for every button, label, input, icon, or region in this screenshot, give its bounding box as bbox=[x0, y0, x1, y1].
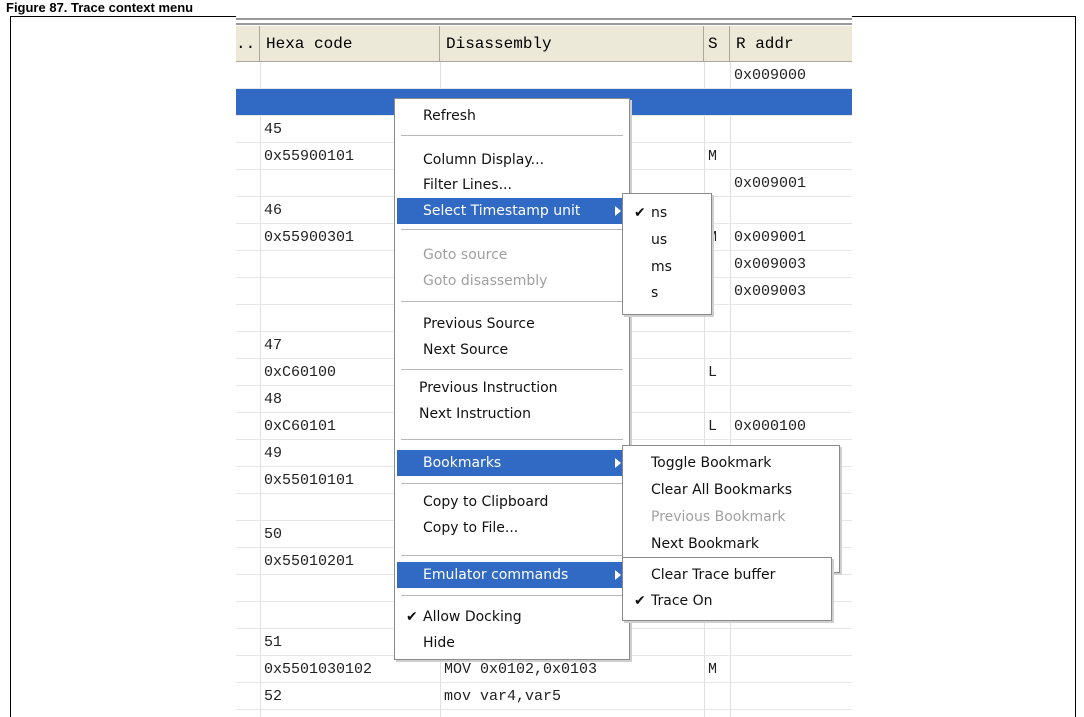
menu-item-next-source[interactable]: Next Source bbox=[397, 337, 627, 363]
emulator-commands-submenu: Clear Trace buffer ✔ Trace On bbox=[622, 557, 832, 621]
cell-s: M bbox=[708, 661, 718, 678]
cell-disassembly: MOV 0x0102,0x0103 bbox=[444, 661, 598, 678]
submenu-arrow-icon bbox=[615, 458, 621, 468]
menu-separator bbox=[401, 301, 623, 302]
menu-separator bbox=[401, 555, 623, 556]
cell-r-addr bbox=[730, 89, 852, 116]
menu-item-goto-source[interactable]: Goto source bbox=[397, 242, 627, 268]
menu-separator bbox=[401, 439, 623, 440]
menu-item-previous-instruction[interactable]: Previous Instruction bbox=[397, 375, 627, 401]
cell-r-addr: 0x009001 bbox=[734, 175, 807, 192]
submenu-item-clear-trace-buffer[interactable]: Clear Trace buffer bbox=[625, 562, 829, 588]
cell-s bbox=[704, 332, 730, 359]
cell-r-addr bbox=[730, 629, 852, 656]
cell-r-addr: 0x000100 bbox=[734, 418, 807, 435]
cell-r-addr bbox=[730, 305, 852, 332]
column-header-hexa-code[interactable]: Hexa code bbox=[260, 26, 440, 62]
cell-r-addr: 0x009000 bbox=[734, 67, 807, 84]
cell-disassembly bbox=[440, 62, 704, 89]
menu-item-column-display[interactable]: Column Display... bbox=[397, 147, 627, 173]
menu-item-label: Select Timestamp unit bbox=[423, 203, 581, 219]
table-row[interactable]: 0x009000 bbox=[236, 62, 852, 89]
cell-s bbox=[704, 683, 730, 710]
menu-separator bbox=[401, 483, 623, 484]
column-header-r-addr[interactable]: R addr bbox=[730, 26, 852, 62]
column-header-s[interactable]: S bbox=[704, 26, 730, 62]
menu-item-goto-disassembly[interactable]: Goto disassembly bbox=[397, 268, 627, 294]
submenu-item-toggle-bookmark[interactable]: Toggle Bookmark bbox=[625, 450, 837, 476]
menu-item-bookmarks[interactable]: Bookmarks bbox=[397, 450, 627, 476]
submenu-item-ms[interactable]: ms bbox=[625, 254, 709, 280]
cell-r-addr bbox=[730, 359, 852, 386]
menu-item-previous-source[interactable]: Previous Source bbox=[397, 311, 627, 337]
cell-hexa-code bbox=[260, 62, 440, 89]
cell-r-addr bbox=[730, 656, 852, 683]
menu-item-label: Bookmarks bbox=[423, 455, 502, 471]
submenu-item-s[interactable]: s bbox=[625, 280, 709, 306]
table-row[interactable]: 0x5501030102 MOV 0x0102,0x0103 M bbox=[236, 656, 852, 683]
menu-item-label: Trace On bbox=[651, 593, 713, 609]
submenu-item-previous-bookmark[interactable]: Previous Bookmark bbox=[625, 504, 837, 530]
cell-s bbox=[704, 62, 730, 89]
cell-r-addr: 0x009003 bbox=[734, 283, 807, 300]
cell-hexa-code: 0x5501030102 bbox=[264, 661, 373, 678]
cell-r-addr bbox=[730, 143, 852, 170]
menu-item-allow-docking[interactable]: ✔ Allow Docking bbox=[397, 604, 627, 630]
menu-separator bbox=[401, 369, 623, 370]
table-row[interactable]: 52 mov var4,var5 bbox=[236, 683, 852, 710]
menu-item-label: ns bbox=[651, 205, 668, 221]
column-header-disassembly[interactable]: Disassembly bbox=[440, 26, 704, 62]
cell-r-addr bbox=[730, 386, 852, 413]
timestamp-unit-submenu: ✔ ns us ms s bbox=[622, 193, 712, 315]
bookmarks-submenu: Toggle Bookmark Clear All Bookmarks Prev… bbox=[622, 445, 840, 573]
submenu-item-clear-all-bookmarks[interactable]: Clear All Bookmarks bbox=[625, 477, 837, 503]
menu-item-copy-to-file[interactable]: Copy to File... bbox=[397, 515, 627, 541]
cell-s bbox=[704, 386, 730, 413]
cell-r-addr bbox=[730, 332, 852, 359]
figure-caption: Figure 87. Trace context menu bbox=[6, 0, 194, 15]
check-icon: ✔ bbox=[634, 205, 646, 221]
window-top-edge bbox=[236, 16, 852, 26]
cell-r-addr bbox=[730, 683, 852, 710]
top-bar-2 bbox=[236, 23, 852, 25]
menu-item-hide[interactable]: Hide bbox=[397, 630, 627, 656]
cell-disassembly: mov var4,var5 bbox=[444, 688, 562, 705]
cell-hexa-code: 52 bbox=[264, 688, 283, 705]
menu-separator bbox=[401, 229, 623, 230]
check-icon: ✔ bbox=[634, 593, 646, 609]
cell-r-addr: 0x009003 bbox=[734, 256, 807, 273]
cell-s bbox=[704, 629, 730, 656]
menu-separator bbox=[401, 135, 623, 136]
menu-item-select-timestamp-unit[interactable]: Select Timestamp unit bbox=[397, 198, 627, 224]
menu-item-label: Allow Docking bbox=[423, 609, 522, 625]
submenu-item-trace-on[interactable]: ✔ Trace On bbox=[625, 588, 829, 614]
cell-s: L bbox=[708, 418, 718, 435]
cell-r-addr: 0x009001 bbox=[734, 229, 807, 246]
top-bar-1 bbox=[236, 18, 852, 20]
cell-s: M bbox=[708, 148, 718, 165]
menu-item-refresh[interactable]: Refresh bbox=[397, 103, 627, 129]
submenu-item-us[interactable]: us bbox=[625, 227, 709, 253]
menu-separator bbox=[401, 595, 623, 596]
menu-item-copy-to-clipboard[interactable]: Copy to Clipboard bbox=[397, 489, 627, 515]
check-icon: ✔ bbox=[406, 609, 418, 625]
submenu-item-next-bookmark[interactable]: Next Bookmark bbox=[625, 531, 837, 557]
menu-item-emulator-commands[interactable]: Emulator commands bbox=[397, 562, 627, 588]
menu-item-next-instruction[interactable]: Next Instruction bbox=[397, 401, 627, 427]
column-header: .. Hexa code Disassembly S R addr bbox=[236, 26, 852, 62]
trace-window: .. Hexa code Disassembly S R addr 0x0090… bbox=[236, 16, 852, 717]
menu-item-label: Emulator commands bbox=[423, 567, 569, 583]
cell-s bbox=[704, 116, 730, 143]
cell-s: L bbox=[708, 364, 718, 381]
cell-r-addr bbox=[730, 116, 852, 143]
submenu-item-ns[interactable]: ✔ ns bbox=[625, 200, 709, 226]
column-header-overflow[interactable]: .. bbox=[236, 26, 260, 62]
menu-item-filter-lines[interactable]: Filter Lines... bbox=[397, 172, 627, 198]
submenu-arrow-icon bbox=[615, 206, 621, 216]
cell-r-addr bbox=[730, 197, 852, 224]
cell-s bbox=[704, 89, 730, 116]
submenu-arrow-icon bbox=[615, 570, 621, 580]
context-menu: Refresh Column Display... Filter Lines..… bbox=[394, 98, 630, 660]
